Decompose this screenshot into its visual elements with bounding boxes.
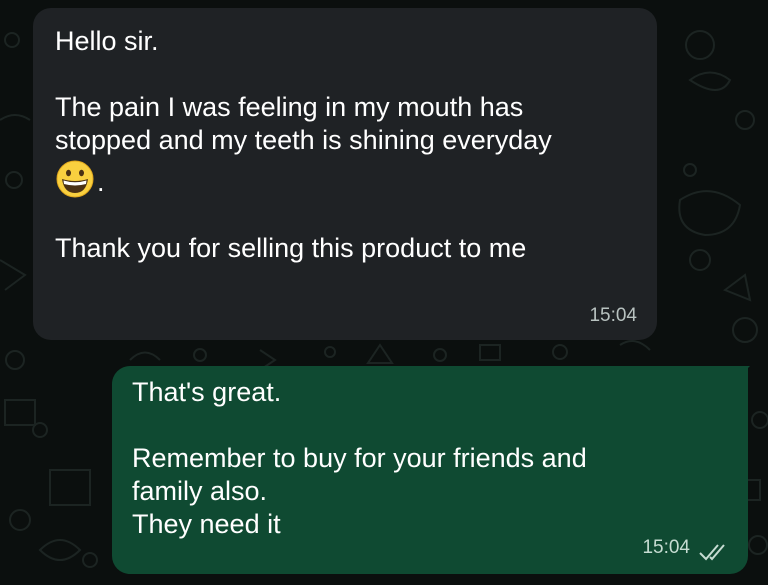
message-spacer (55, 199, 635, 232)
message-text-line: They need it (132, 509, 281, 539)
message-text-line: Thank you for selling this product to me (55, 233, 527, 263)
incoming-message-bubble[interactable]: Hello sir. The pain I was feeling in my … (33, 8, 657, 340)
emoji-row: . (55, 159, 635, 199)
message-text-line: stopped and my teeth is shining everyday (55, 125, 552, 155)
grinning-face-icon (56, 160, 94, 198)
message-text-line: family also. (132, 476, 268, 506)
message-text-punctuation: . (97, 167, 105, 197)
message-text-greeting: Hello sir. (55, 26, 159, 56)
outgoing-message-bubble[interactable]: That's great. Remember to buy for your f… (112, 366, 748, 574)
message-timestamp: 15:04 (589, 305, 637, 326)
double-check-icon (699, 544, 725, 561)
message-timestamp: 15:04 (642, 537, 690, 558)
message-spacer (132, 409, 726, 442)
message-spacer (55, 58, 635, 91)
message-text-line: Remember to buy for your friends and (132, 443, 587, 473)
message-text-line: That's great. (132, 377, 282, 407)
message-text-line: The pain I was feeling in my mouth has (55, 92, 524, 122)
